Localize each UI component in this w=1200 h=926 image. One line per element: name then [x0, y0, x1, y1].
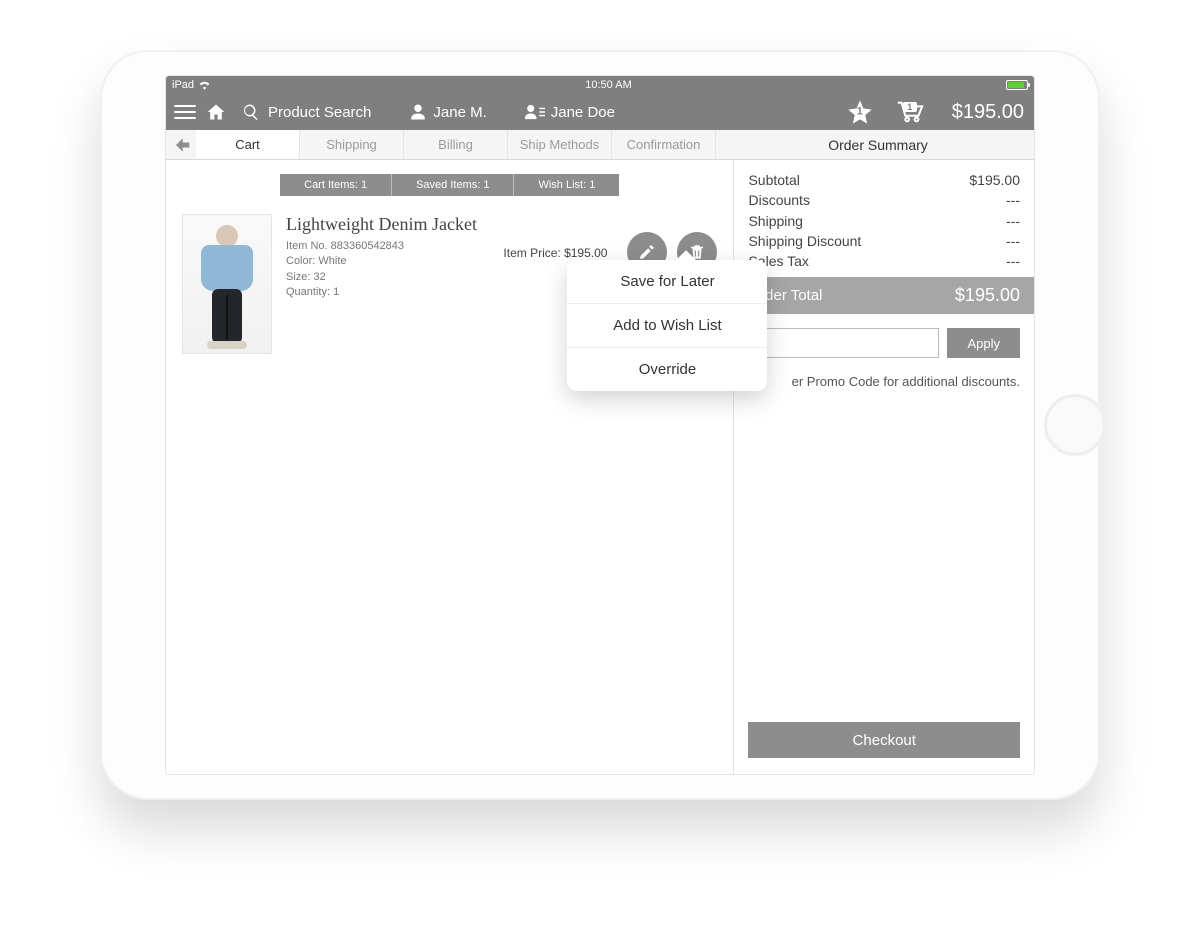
tablet-frame: iPad 10:50 AM Product Search Jane M. Ja	[100, 50, 1100, 800]
tax-value: ---	[1006, 251, 1020, 271]
search-icon[interactable]	[242, 103, 260, 121]
menu-button[interactable]	[174, 105, 196, 119]
pill-cart-items[interactable]: Cart Items: 1	[280, 174, 392, 196]
popover-override[interactable]: Override	[567, 348, 767, 391]
ship-disc-label: Shipping Discount	[748, 231, 861, 251]
carrier-label: iPad	[172, 79, 194, 91]
product-size: Size: 32	[286, 270, 489, 285]
favorites-count: 1	[857, 105, 863, 117]
product-color: Color: White	[286, 254, 489, 269]
home-button[interactable]	[1044, 394, 1106, 456]
favorites-button[interactable]: 1	[846, 98, 874, 126]
clock: 10:50 AM	[585, 79, 631, 91]
popover-save-later[interactable]: Save for Later	[567, 260, 767, 304]
pill-saved-items[interactable]: Saved Items: 1	[392, 174, 514, 196]
tab-cart[interactable]: Cart	[196, 130, 300, 159]
product-title: Lightweight Denim Jacket	[286, 214, 489, 235]
order-summary-panel: Subtotal $195.00 Discounts --- Shipping ---…	[734, 160, 1034, 775]
battery-icon	[1006, 80, 1028, 90]
checkout-tabs: Cart Shipping Billing Ship Methods Confi…	[166, 130, 1034, 160]
search-placeholder[interactable]: Product Search	[268, 104, 371, 121]
cart-line-item: Lightweight Denim Jacket Item No. 883360…	[182, 210, 717, 358]
home-icon[interactable]	[206, 102, 226, 122]
app-header: Product Search Jane M. Jane Doe 1 1 $195…	[166, 94, 1034, 130]
person-list-icon	[525, 103, 545, 121]
subtotal-value: $195.00	[969, 170, 1020, 190]
ios-status-bar: iPad 10:50 AM	[166, 76, 1034, 94]
checkout-button[interactable]: Checkout	[748, 722, 1020, 758]
product-image[interactable]	[182, 214, 272, 354]
cart-count: 1	[903, 102, 917, 112]
tab-confirmation[interactable]: Confirmation	[612, 130, 716, 159]
discounts-value: ---	[1006, 190, 1020, 210]
cart-panel: Cart Items: 1 Saved Items: 1 Wish List: …	[166, 160, 734, 775]
app-screen: iPad 10:50 AM Product Search Jane M. Ja	[165, 75, 1035, 775]
product-qty: Quantity: 1	[286, 285, 489, 300]
customer-name: Jane Doe	[551, 104, 615, 121]
header-total: $195.00	[952, 101, 1024, 124]
arrow-left-icon	[171, 135, 191, 155]
wifi-icon	[198, 80, 211, 90]
product-sku: Item No. 883360542843	[286, 239, 489, 254]
associate-chip[interactable]: Jane M.	[409, 103, 486, 121]
pencil-icon	[638, 243, 656, 261]
promo-hint-text: er Promo Code for additional discounts.	[748, 374, 1020, 389]
shipping-label: Shipping	[748, 211, 803, 231]
tab-shipping[interactable]: Shipping	[300, 130, 404, 159]
customer-chip[interactable]: Jane Doe	[525, 103, 615, 121]
order-summary-heading: Order Summary	[722, 130, 1034, 159]
ship-disc-value: ---	[1006, 231, 1020, 251]
promo-code-input[interactable]	[748, 328, 939, 358]
person-icon	[409, 103, 427, 121]
associate-name: Jane M.	[433, 104, 486, 121]
cart-button[interactable]: 1	[896, 100, 924, 124]
subtotal-label: Subtotal	[748, 170, 799, 190]
back-button[interactable]	[166, 130, 196, 159]
discounts-label: Discounts	[748, 190, 809, 210]
order-total-value: $195.00	[955, 285, 1020, 306]
tab-ship-methods[interactable]: Ship Methods	[508, 130, 612, 159]
cart-filter-pills: Cart Items: 1 Saved Items: 1 Wish List: …	[182, 174, 717, 196]
popover-add-wishlist[interactable]: Add to Wish List	[567, 304, 767, 348]
pill-wish-list[interactable]: Wish List: 1	[514, 174, 619, 196]
shipping-value: ---	[1006, 211, 1020, 231]
tab-billing[interactable]: Billing	[404, 130, 508, 159]
item-actions-popover: Save for Later Add to Wish List Override	[567, 260, 767, 391]
apply-promo-button[interactable]: Apply	[947, 328, 1020, 358]
